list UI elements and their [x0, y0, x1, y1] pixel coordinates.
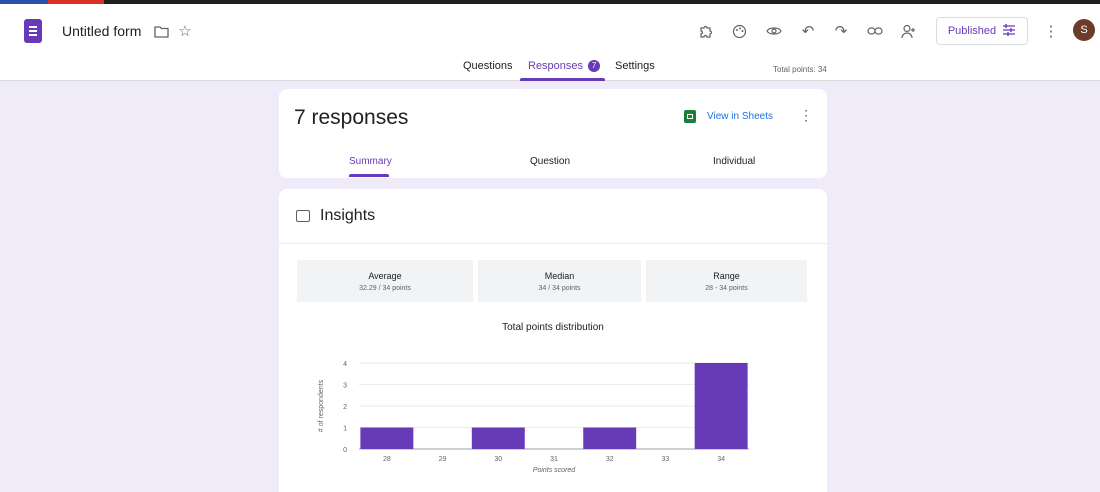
subtab-summary[interactable]: Summary [349, 156, 392, 167]
form-tabs: Questions Responses 7 Settings Total poin… [0, 56, 1100, 81]
preview-icon[interactable] [763, 20, 785, 42]
add-collaborator-icon[interactable] [898, 20, 920, 42]
stat-range-label: Range [713, 271, 740, 281]
y-tick-label: 4 [343, 361, 347, 368]
x-axis-label: Points scored [533, 467, 577, 474]
stat-range: Range 28 - 34 points [646, 260, 807, 302]
forms-logo-icon[interactable] [24, 19, 42, 43]
x-tick-label: 34 [717, 456, 725, 463]
insights-chart-icon [296, 210, 310, 222]
undo-icon[interactable]: ↶ [797, 20, 819, 42]
stat-average-value: 32.29 / 34 points [359, 285, 411, 292]
responses-count-title: 7 responses [294, 106, 409, 129]
published-button[interactable]: Published [936, 17, 1028, 45]
tab-responses-label: Responses [528, 60, 584, 72]
insights-title: Insights [320, 207, 376, 224]
tab-responses[interactable]: Responses 7 [528, 60, 601, 73]
palette-icon[interactable] [728, 20, 750, 42]
x-tick-label: 32 [606, 456, 614, 463]
y-tick-label: 3 [343, 383, 347, 390]
subtab-individual[interactable]: Individual [713, 156, 755, 167]
total-points: Total points: 34 [773, 65, 827, 74]
form-header: Untitled form ☆ ↶ ↷ Published ⋮ S Questi… [0, 4, 1100, 81]
x-tick-label: 33 [662, 456, 670, 463]
stat-average-label: Average [368, 271, 402, 281]
chart-title: Total points distribution [502, 322, 604, 333]
form-title[interactable]: Untitled form [62, 23, 141, 39]
link-icon[interactable] [864, 20, 886, 42]
points-distribution-chart: 0123428 29 30 31 32 33 34Points scored# of res… [318, 361, 749, 474]
tab-questions[interactable]: Questions [463, 60, 513, 72]
stat-median-value: 34 / 34 points [538, 285, 581, 292]
tab-settings[interactable]: Settings [615, 60, 655, 72]
view-in-sheets-link[interactable]: View in Sheets [707, 111, 773, 122]
sheets-icon[interactable] [684, 110, 696, 123]
account-avatar[interactable]: S [1073, 19, 1095, 41]
active-subtab-indicator [349, 174, 389, 177]
y-axis-label: # of respondents [318, 379, 325, 432]
addon-icon[interactable] [694, 20, 716, 42]
stat-range-value: 28 - 34 points [705, 285, 748, 292]
star-icon[interactable]: ☆ [174, 20, 196, 42]
bar-32 [583, 427, 637, 449]
x-tick-label: 28 [383, 456, 391, 463]
bar-30 [471, 427, 525, 449]
insights-card: Insights Average 32.29 / 34 points Media… [279, 189, 827, 492]
responses-summary-card: 7 responses View in Sheets ⋮ Summary Que… [279, 89, 827, 178]
y-tick-label: 1 [343, 426, 347, 433]
insights-divider [279, 243, 827, 244]
x-tick-label: 29 [439, 456, 447, 463]
stat-median: Median 34 / 34 points [478, 260, 641, 302]
more-vert-icon[interactable]: ⋮ [1040, 20, 1062, 42]
responses-count-badge: 7 [588, 60, 601, 73]
active-tab-indicator [520, 78, 605, 81]
y-tick-label: 2 [343, 404, 347, 411]
more-options-icon[interactable]: ⋮ [799, 107, 813, 124]
tune-icon [1002, 23, 1016, 39]
published-label: Published [947, 25, 997, 37]
bar-28 [360, 427, 414, 449]
x-tick-label: 31 [550, 456, 558, 463]
redo-icon[interactable]: ↷ [830, 20, 852, 42]
folder-icon[interactable] [150, 20, 172, 42]
bar-34 [694, 363, 748, 449]
y-tick-label: 0 [343, 447, 347, 454]
stat-average: Average 32.29 / 34 points [297, 260, 473, 302]
x-tick-label: 30 [494, 456, 502, 463]
stat-median-label: Median [544, 271, 575, 281]
subtab-question[interactable]: Question [530, 156, 570, 167]
